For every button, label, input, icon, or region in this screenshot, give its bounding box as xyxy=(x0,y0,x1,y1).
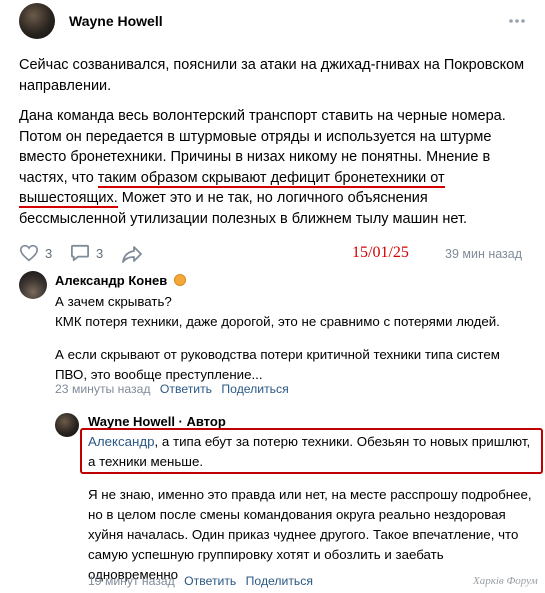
reply-meta: 19 минут назад Ответить Поделиться xyxy=(88,574,313,588)
share-comment-button[interactable]: Поделиться xyxy=(221,382,288,396)
comment-button[interactable]: 3 xyxy=(70,244,103,262)
more-options-icon[interactable] xyxy=(507,14,527,28)
post-timestamp[interactable]: 39 мин назад xyxy=(445,247,522,261)
comment-icon xyxy=(70,244,89,262)
post-line: Потом он передается в штурмовые отряды и… xyxy=(19,128,492,145)
comment-text: А зачем скрывать? КМК потеря техники, да… xyxy=(55,292,535,385)
reply-timestamp[interactable]: 19 минут назад xyxy=(88,574,175,588)
like-count: 3 xyxy=(45,245,53,261)
reply-button[interactable]: Ответить xyxy=(160,382,212,396)
badge-icon xyxy=(173,274,186,286)
highlighted-text: вышестоящих. xyxy=(19,190,118,208)
post-author-name[interactable]: Wayne Howell xyxy=(69,13,163,29)
date-annotation: 15/01/25 xyxy=(352,244,409,261)
post-line-part: частях, что xyxy=(19,169,98,186)
share-button[interactable] xyxy=(121,245,143,268)
mention-link[interactable]: Александр xyxy=(88,434,155,449)
reply-line: самую успешную группировку хотят и обозл… xyxy=(88,547,444,562)
reply-line: хуйня началась. Один приказ чуднее друго… xyxy=(88,527,519,542)
post-paragraph-2: Дана команда весь волонтерский транспорт… xyxy=(19,106,539,229)
comment-line: А если скрывают от руководства потери кр… xyxy=(55,347,500,362)
post-author-avatar[interactable] xyxy=(19,3,55,39)
comment-timestamp[interactable]: 23 минуты назад xyxy=(55,382,151,396)
heart-icon xyxy=(19,244,39,262)
commenter-name[interactable]: Александр Конев xyxy=(55,273,186,288)
post-line: вместо бронетехники. Причины в низах ник… xyxy=(19,149,491,165)
post-line-part: Может это и не так, но логичного объясне… xyxy=(117,190,428,206)
comment-line: КМК потеря техники, даже дорогой, это не… xyxy=(55,314,500,329)
reply-reply-button[interactable]: Ответить xyxy=(184,574,236,588)
comment-meta: 23 минуты назад Ответить Поделиться xyxy=(55,382,289,396)
watermark: Харків Форум xyxy=(473,575,538,587)
reply-line: Я не знаю, именно это правда или нет, на… xyxy=(88,487,532,502)
reply-text: Александр, а типа ебут за потерю техники… xyxy=(88,432,543,585)
post-line: Дана команда весь волонтерский транспорт… xyxy=(19,108,506,124)
reply-line: а техники меньше. xyxy=(88,454,204,469)
post-line: бессмысленной утилизации полезных в ближ… xyxy=(19,210,468,227)
post-line: частях, что таким образом скрывают дефиц… xyxy=(19,168,539,189)
post-line: вышестоящих. Может это и не так, но логи… xyxy=(19,188,539,209)
comment-line: А зачем скрывать? xyxy=(55,294,172,309)
reply-line: Александр, а типа ебут за потерю техники… xyxy=(88,432,543,452)
comment-count: 3 xyxy=(96,245,104,261)
reply-author-name[interactable]: Wayne Howell · Автор xyxy=(88,414,226,429)
highlighted-text: таким образом скрывают дефицит бронетехн… xyxy=(97,169,445,188)
like-button[interactable]: 3 xyxy=(19,244,52,262)
share-icon xyxy=(122,246,142,263)
reply-line: но в целом после смены командования окру… xyxy=(88,507,506,522)
commenter-avatar[interactable] xyxy=(19,271,47,299)
reply-share-button[interactable]: Поделиться xyxy=(246,574,313,588)
commenter-name-text: Александр Конев xyxy=(55,273,168,288)
post-paragraph-1: Сейчас созванивался, пояснили за атаки н… xyxy=(19,57,525,94)
reply-line-part: , а типа ебут за потерю техники. Обезьян… xyxy=(154,434,531,449)
reply-author-avatar[interactable] xyxy=(55,413,79,437)
